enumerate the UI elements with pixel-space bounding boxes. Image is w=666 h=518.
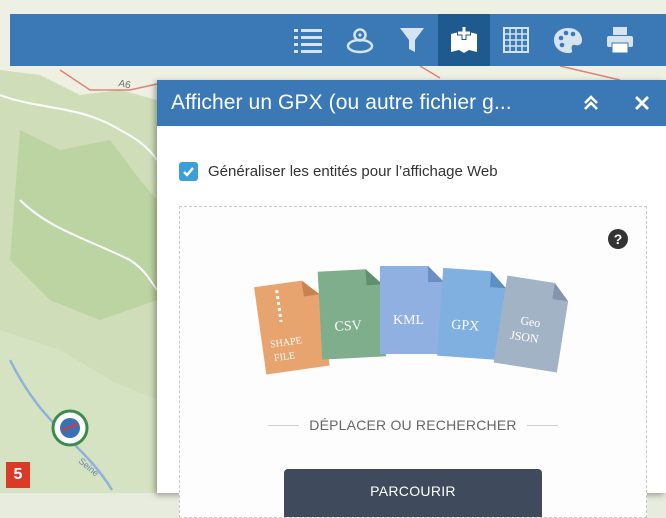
divider-line-right xyxy=(526,424,558,426)
grid-button[interactable] xyxy=(490,14,542,66)
close-icon xyxy=(635,96,649,110)
file-icon-kml: KML xyxy=(380,266,444,354)
panel-body: Généraliser les entités pour l’affichage… xyxy=(157,126,666,518)
drop-divider: DÉPLACER OU RECHERCHER xyxy=(268,417,558,433)
page-number-badge: 5 xyxy=(6,462,30,488)
filter-button[interactable] xyxy=(386,14,438,66)
drop-or-browse-label: DÉPLACER OU RECHERCHER xyxy=(309,417,517,433)
basemap-button[interactable] xyxy=(542,14,594,66)
add-data-button[interactable] xyxy=(438,14,490,66)
csv-label: CSV xyxy=(334,319,362,335)
divider-line-left xyxy=(268,424,300,426)
panel-header: Afficher un GPX (ou autre fichier g... xyxy=(157,80,666,126)
generalize-option: Généraliser les entités pour l’affichage… xyxy=(179,162,498,181)
close-button[interactable] xyxy=(628,89,656,117)
check-icon xyxy=(183,167,194,177)
file-icon-geojson: Geo JSON xyxy=(493,275,569,373)
print-button[interactable] xyxy=(594,14,646,66)
map-logo xyxy=(51,409,89,447)
grid-icon xyxy=(503,27,529,53)
help-icon[interactable]: ? xyxy=(608,229,628,249)
list-icon xyxy=(294,29,322,53)
file-icon-shapefile: SHAPE FILE xyxy=(254,280,330,375)
add-data-icon xyxy=(451,26,477,53)
layers-icon xyxy=(346,28,374,54)
file-drop-zone[interactable]: ? SHAPE FILE CSV KML GPX Geo JSON DÉPLAC… xyxy=(179,206,647,518)
generalize-label: Généraliser les entités pour l’affichage… xyxy=(208,163,498,180)
print-icon xyxy=(607,27,633,54)
chevron-double-up-icon xyxy=(584,95,598,110)
filter-icon xyxy=(400,28,424,52)
file-types-illustration: SHAPE FILE CSV KML GPX Geo JSON xyxy=(254,266,569,375)
browse-button[interactable]: PARCOURIR xyxy=(284,469,542,517)
kml-label: KML xyxy=(393,313,424,328)
basemap-icon xyxy=(554,28,582,53)
layers-button[interactable] xyxy=(334,14,386,66)
file-icon-csv: CSV xyxy=(317,269,387,360)
generalize-checkbox[interactable] xyxy=(179,162,198,181)
gpx-label: GPX xyxy=(451,318,480,335)
add-data-panel: Afficher un GPX (ou autre fichier g... G… xyxy=(157,80,666,518)
legend-list-button[interactable] xyxy=(282,14,334,66)
map-toolbar xyxy=(10,14,666,66)
panel-title: Afficher un GPX (ou autre fichier g... xyxy=(171,91,512,114)
collapse-button[interactable] xyxy=(577,89,605,117)
